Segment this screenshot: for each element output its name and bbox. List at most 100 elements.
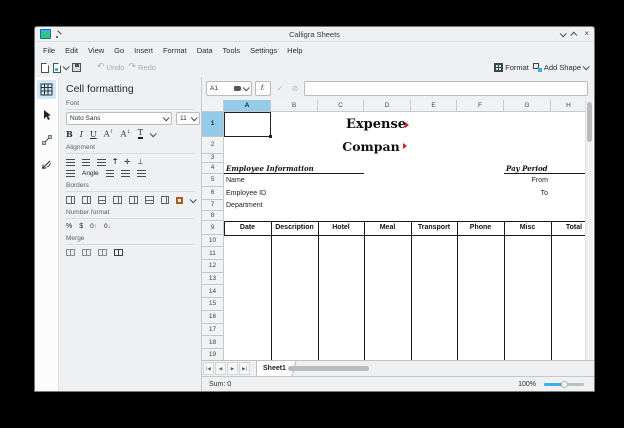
- new-document-button[interactable]: [41, 63, 49, 73]
- row-header-8[interactable]: 8: [202, 211, 224, 221]
- row-header-5[interactable]: 5: [202, 174, 224, 187]
- column-header-e[interactable]: E: [411, 100, 457, 112]
- table-header-hotel[interactable]: Hotel: [318, 221, 364, 235]
- titlebar[interactable]: Calligra Sheets ×: [35, 27, 594, 42]
- table-header-transport[interactable]: Transport: [411, 221, 457, 235]
- border-top-icon[interactable]: [98, 196, 107, 204]
- percent-format-button[interactable]: %: [66, 223, 72, 230]
- increase-indent-icon[interactable]: [137, 170, 146, 177]
- connector-tool-button[interactable]: [37, 130, 56, 149]
- row-header-3[interactable]: 3: [202, 154, 224, 163]
- vertical-scrollbar[interactable]: [585, 100, 593, 361]
- table-header-date[interactable]: Date: [224, 221, 271, 235]
- align-right-icon[interactable]: [97, 159, 106, 166]
- decrease-precision-button[interactable]: 0↓: [104, 223, 111, 230]
- apply-icon[interactable]: ✓: [274, 84, 286, 93]
- menu-item-insert[interactable]: Insert: [129, 44, 158, 57]
- row-header-17[interactable]: 17: [202, 324, 224, 337]
- row-header-1[interactable]: 1: [202, 112, 224, 137]
- column-header-f[interactable]: F: [457, 100, 504, 112]
- align-bottom-icon[interactable]: ⊥: [137, 158, 143, 166]
- table-header-misc[interactable]: Misc: [504, 221, 551, 235]
- font-family-select[interactable]: Noto Sans: [66, 112, 172, 125]
- chevron-down-icon[interactable]: [190, 196, 197, 203]
- dissociate-cells-icon[interactable]: [114, 249, 123, 256]
- menu-item-go[interactable]: Go: [109, 44, 129, 57]
- column-header-a[interactable]: A: [224, 100, 271, 112]
- minimize-icon[interactable]: [560, 30, 567, 37]
- row-header-11[interactable]: 11: [202, 247, 224, 260]
- border-remove-icon[interactable]: [161, 196, 170, 204]
- currency-format-button[interactable]: $: [79, 223, 83, 230]
- row-header-13[interactable]: 13: [202, 273, 224, 286]
- vertical-text-icon[interactable]: [106, 170, 114, 177]
- border-color-button[interactable]: [176, 197, 183, 204]
- menu-item-tools[interactable]: Tools: [218, 44, 246, 57]
- cell-tool-button[interactable]: [37, 80, 56, 99]
- zoom-slider[interactable]: [544, 380, 584, 388]
- row-header-9[interactable]: 9: [202, 221, 224, 235]
- function-button[interactable]: f.: [255, 81, 271, 96]
- vertical-scrollbar-thumb[interactable]: [587, 102, 592, 142]
- menu-item-file[interactable]: File: [38, 44, 60, 57]
- border-outline-icon[interactable]: [145, 196, 154, 204]
- table-header-phone[interactable]: Phone: [457, 221, 504, 235]
- menu-item-format[interactable]: Format: [158, 44, 192, 57]
- freehand-path-tool-button[interactable]: [37, 155, 56, 174]
- cancel-icon[interactable]: ⊘: [289, 84, 301, 93]
- grow-font-button[interactable]: A↑: [104, 129, 114, 139]
- merge-vertical-icon[interactable]: [98, 249, 107, 256]
- align-center-icon[interactable]: [82, 159, 90, 166]
- row-header-2[interactable]: 2: [202, 137, 224, 154]
- shape-select-tool-button[interactable]: [37, 105, 56, 124]
- column-header-g[interactable]: G: [504, 100, 551, 112]
- column-header-h[interactable]: H: [551, 100, 587, 112]
- border-all-icon[interactable]: [129, 196, 138, 204]
- horizontal-scrollbar-thumb[interactable]: [288, 366, 369, 371]
- align-left-icon[interactable]: [66, 159, 75, 166]
- increase-precision-button[interactable]: 0↑: [90, 223, 97, 230]
- row-header-4[interactable]: 4: [202, 163, 224, 174]
- chevron-down-icon[interactable]: [150, 130, 157, 137]
- bold-button[interactable]: B: [66, 129, 73, 139]
- column-header-d[interactable]: D: [364, 100, 411, 112]
- table-header-description[interactable]: Description: [271, 221, 318, 235]
- cell-grid[interactable]: Expense Compan Employee Information Pay …: [202, 100, 587, 361]
- row-header-6[interactable]: 6: [202, 187, 224, 200]
- menu-item-edit[interactable]: Edit: [60, 44, 83, 57]
- menu-item-data[interactable]: Data: [192, 44, 218, 57]
- column-header-b[interactable]: B: [271, 100, 318, 112]
- row-header-10[interactable]: 10: [202, 235, 224, 248]
- undo-button[interactable]: ↶Undo: [97, 63, 124, 72]
- underline-button[interactable]: U: [90, 130, 97, 139]
- menu-item-settings[interactable]: Settings: [245, 44, 282, 57]
- row-header-19[interactable]: 19: [202, 349, 224, 361]
- previous-sheet-button[interactable]: ◀: [215, 362, 226, 375]
- redo-button[interactable]: ↷Redo: [128, 63, 155, 72]
- merge-cells-icon[interactable]: [66, 249, 75, 256]
- formula-input[interactable]: [304, 81, 588, 96]
- zoom-slider-knob[interactable]: [561, 381, 568, 388]
- row-header-15[interactable]: 15: [202, 298, 224, 311]
- border-left-icon[interactable]: [66, 196, 75, 204]
- row-header-12[interactable]: 12: [202, 260, 224, 273]
- last-sheet-button[interactable]: ▶|: [239, 362, 250, 375]
- border-inner-icon[interactable]: [113, 196, 122, 204]
- text-color-button[interactable]: T: [138, 129, 143, 139]
- wrap-text-icon[interactable]: [66, 170, 75, 177]
- row-header-16[interactable]: 16: [202, 311, 224, 324]
- decrease-indent-icon[interactable]: [121, 170, 130, 177]
- shrink-font-button[interactable]: A↓: [121, 129, 131, 139]
- open-document-button[interactable]: [53, 63, 68, 73]
- sheet-tab[interactable]: Sheet1: [256, 361, 290, 376]
- merge-horizontal-icon[interactable]: [82, 249, 91, 256]
- table-header-total[interactable]: Total: [551, 221, 587, 235]
- italic-button[interactable]: I: [80, 130, 83, 139]
- row-header-14[interactable]: 14: [202, 285, 224, 298]
- row-header-18[interactable]: 18: [202, 336, 224, 349]
- save-button[interactable]: [72, 63, 81, 72]
- align-middle-icon[interactable]: ✛: [124, 158, 130, 166]
- align-top-icon[interactable]: T̄: [113, 159, 117, 166]
- add-shape-button[interactable]: Add Shape: [533, 63, 588, 72]
- next-sheet-button[interactable]: ▶: [227, 362, 238, 375]
